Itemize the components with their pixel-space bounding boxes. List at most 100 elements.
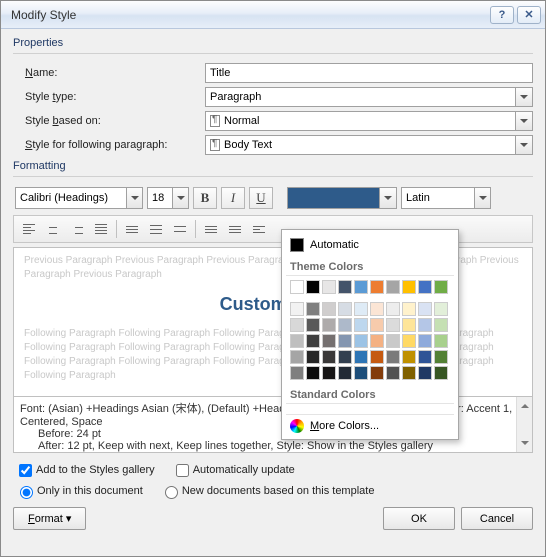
- color-swatch[interactable]: [290, 302, 304, 316]
- scroll-down-icon[interactable]: [517, 438, 532, 452]
- align-left-button[interactable]: [18, 219, 40, 239]
- color-swatch[interactable]: [290, 318, 304, 332]
- font-color-button[interactable]: [287, 187, 397, 209]
- color-swatch[interactable]: [434, 334, 448, 348]
- color-swatch[interactable]: [306, 350, 320, 364]
- color-swatch[interactable]: [290, 334, 304, 348]
- color-swatch[interactable]: [402, 366, 416, 380]
- close-button[interactable]: ✕: [517, 6, 541, 24]
- color-swatch[interactable]: [290, 280, 304, 294]
- color-swatch[interactable]: [386, 302, 400, 316]
- color-swatch[interactable]: [338, 334, 352, 348]
- color-swatch[interactable]: [354, 366, 368, 380]
- ok-button[interactable]: OK: [383, 507, 455, 530]
- line-spacing-1-button[interactable]: [121, 219, 143, 239]
- color-swatch[interactable]: [306, 334, 320, 348]
- color-swatch[interactable]: [338, 366, 352, 380]
- color-swatch[interactable]: [370, 318, 384, 332]
- italic-button[interactable]: I: [221, 187, 245, 209]
- align-right-button[interactable]: [66, 219, 88, 239]
- color-swatch[interactable]: [354, 350, 368, 364]
- paragraph-icon: [210, 139, 220, 151]
- chevron-down-icon: [474, 188, 490, 208]
- color-swatch[interactable]: [418, 334, 432, 348]
- color-swatch[interactable]: [338, 350, 352, 364]
- color-swatch[interactable]: [338, 280, 352, 294]
- name-input[interactable]: Title: [205, 63, 533, 83]
- following-select[interactable]: Body Text: [205, 135, 533, 155]
- scroll-up-icon[interactable]: [517, 397, 532, 411]
- new-docs-radio[interactable]: New documents based on this template: [160, 485, 375, 497]
- space-before-inc-button[interactable]: [200, 219, 222, 239]
- color-swatch[interactable]: [418, 302, 432, 316]
- color-swatch[interactable]: [434, 350, 448, 364]
- color-swatch[interactable]: [418, 366, 432, 380]
- color-swatch[interactable]: [418, 318, 432, 332]
- scrollbar[interactable]: [516, 397, 532, 452]
- line-spacing-15-button[interactable]: [145, 219, 167, 239]
- color-swatch[interactable]: [386, 318, 400, 332]
- automatic-swatch: [290, 238, 304, 252]
- indent-dec-button[interactable]: [248, 219, 270, 239]
- color-swatch[interactable]: [386, 280, 400, 294]
- color-swatch[interactable]: [370, 302, 384, 316]
- color-swatch[interactable]: [418, 350, 432, 364]
- color-swatch[interactable]: [306, 318, 320, 332]
- color-swatch[interactable]: [386, 334, 400, 348]
- color-swatch[interactable]: [290, 350, 304, 364]
- color-swatch[interactable]: [338, 318, 352, 332]
- auto-update-checkbox[interactable]: Automatically update: [172, 464, 295, 476]
- space-before-dec-button[interactable]: [224, 219, 246, 239]
- color-swatch[interactable]: [370, 280, 384, 294]
- align-center-button[interactable]: [42, 219, 64, 239]
- color-swatch[interactable]: [306, 302, 320, 316]
- color-swatch[interactable]: [402, 318, 416, 332]
- cancel-button[interactable]: Cancel: [461, 507, 533, 530]
- font-family-select[interactable]: Calibri (Headings): [15, 187, 143, 209]
- style-type-select[interactable]: Paragraph: [205, 87, 533, 107]
- help-button[interactable]: ?: [490, 6, 514, 24]
- color-swatch[interactable]: [434, 280, 448, 294]
- color-swatch[interactable]: [402, 280, 416, 294]
- color-swatch[interactable]: [434, 318, 448, 332]
- add-gallery-checkbox[interactable]: Add to the Styles gallery: [15, 464, 155, 476]
- color-swatch[interactable]: [338, 302, 352, 316]
- automatic-color-item[interactable]: Automatic: [286, 234, 454, 256]
- color-swatch[interactable]: [402, 350, 416, 364]
- color-swatch[interactable]: [370, 350, 384, 364]
- color-swatch[interactable]: [290, 366, 304, 380]
- color-swatch[interactable]: [322, 302, 336, 316]
- color-swatch[interactable]: [322, 280, 336, 294]
- color-swatch[interactable]: [370, 334, 384, 348]
- color-swatch[interactable]: [322, 350, 336, 364]
- align-justify-button[interactable]: [90, 219, 112, 239]
- color-swatch[interactable]: [306, 366, 320, 380]
- more-colors-item[interactable]: More Colors...: [286, 414, 454, 435]
- color-swatch[interactable]: [354, 302, 368, 316]
- chevron-down-icon: [379, 188, 396, 208]
- color-swatch[interactable]: [402, 334, 416, 348]
- color-swatch[interactable]: [322, 366, 336, 380]
- color-swatch[interactable]: [434, 302, 448, 316]
- only-this-doc-radio[interactable]: Only in this document: [15, 485, 143, 497]
- format-button[interactable]: Format ▾: [13, 507, 86, 530]
- color-swatch[interactable]: [370, 366, 384, 380]
- color-swatch[interactable]: [322, 318, 336, 332]
- based-on-label: Style based on:: [25, 115, 205, 127]
- color-swatch[interactable]: [354, 280, 368, 294]
- color-swatch[interactable]: [306, 280, 320, 294]
- color-swatch[interactable]: [434, 366, 448, 380]
- color-swatch[interactable]: [322, 334, 336, 348]
- color-swatch[interactable]: [418, 280, 432, 294]
- script-select[interactable]: Latin: [401, 187, 491, 209]
- line-spacing-2-button[interactable]: [169, 219, 191, 239]
- color-swatch[interactable]: [386, 366, 400, 380]
- based-on-select[interactable]: Normal: [205, 111, 533, 131]
- font-size-select[interactable]: 18: [147, 187, 189, 209]
- color-swatch[interactable]: [386, 350, 400, 364]
- underline-button[interactable]: U: [249, 187, 273, 209]
- bold-button[interactable]: B: [193, 187, 217, 209]
- color-swatch[interactable]: [354, 318, 368, 332]
- color-swatch[interactable]: [402, 302, 416, 316]
- color-swatch[interactable]: [354, 334, 368, 348]
